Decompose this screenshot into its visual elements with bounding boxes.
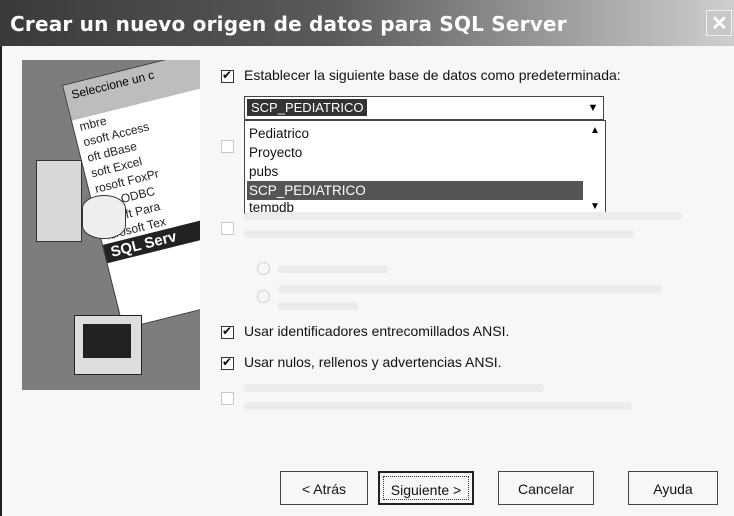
database-list-item[interactable]: pubs [247,162,583,181]
help-button[interactable]: Ayuda [628,471,718,505]
database-list-item[interactable]: Pediatrico [247,124,583,143]
scroll-up-icon[interactable]: ▲ [587,123,603,139]
driver-list-illustration: Seleccione un c mbre osoft Access oft dB… [62,60,200,330]
disabled-radio [257,290,270,303]
disabled-text [244,384,544,392]
disabled-text [278,285,662,293]
close-icon: ✕ [711,13,728,35]
next-button[interactable]: Siguiente > [378,471,474,505]
database-icon [82,195,126,239]
ansi-nulls-label: Usar nulos, rellenos y advertencias ANSI… [244,354,502,370]
computer-icon [74,315,142,375]
window-border [0,46,2,516]
disabled-checkbox [221,392,234,405]
list-scrollbar[interactable]: ▲ ▼ [587,123,603,215]
disabled-radio [257,262,270,275]
close-button[interactable]: ✕ [706,10,732,36]
set-default-db-checkbox[interactable] [221,68,234,83]
wizard-illustration: Seleccione un c mbre osoft Access oft dB… [22,60,200,390]
chevron-down-icon[interactable]: ▼ [585,99,601,117]
ansi-nulls-checkbox[interactable] [221,355,234,370]
disabled-text [244,402,632,410]
dialog-window: Crear un nuevo origen de datos para SQL … [0,0,734,516]
database-combobox[interactable]: SCP_PEDIATRICO ▼ [244,96,604,120]
back-button[interactable]: < Atrás [280,471,368,505]
window-title: Crear un nuevo origen de datos para SQL … [10,12,567,36]
disabled-text [244,230,634,238]
next-button-label: Siguiente > [390,482,462,498]
ansi-quoted-label: Usar identificadores entrecomillados ANS… [244,323,510,339]
cancel-button[interactable]: Cancelar [498,471,594,505]
disabled-text [278,265,388,273]
database-list-item[interactable]: Proyecto [247,143,583,162]
ansi-quoted-checkbox[interactable] [221,324,234,339]
disabled-text [278,302,358,310]
disabled-checkbox [221,222,234,235]
disabled-text [244,212,682,220]
title-bar: Crear un nuevo origen de datos para SQL … [0,0,734,46]
set-default-db-label: Establecer la siguiente base de datos co… [244,67,621,83]
database-dropdown-list[interactable]: Pediatrico Proyecto pubs SCP_PEDIATRICO … [244,120,606,218]
database-combobox-value: SCP_PEDIATRICO [247,99,368,116]
server-icon [36,160,82,242]
disabled-checkbox [221,140,234,153]
